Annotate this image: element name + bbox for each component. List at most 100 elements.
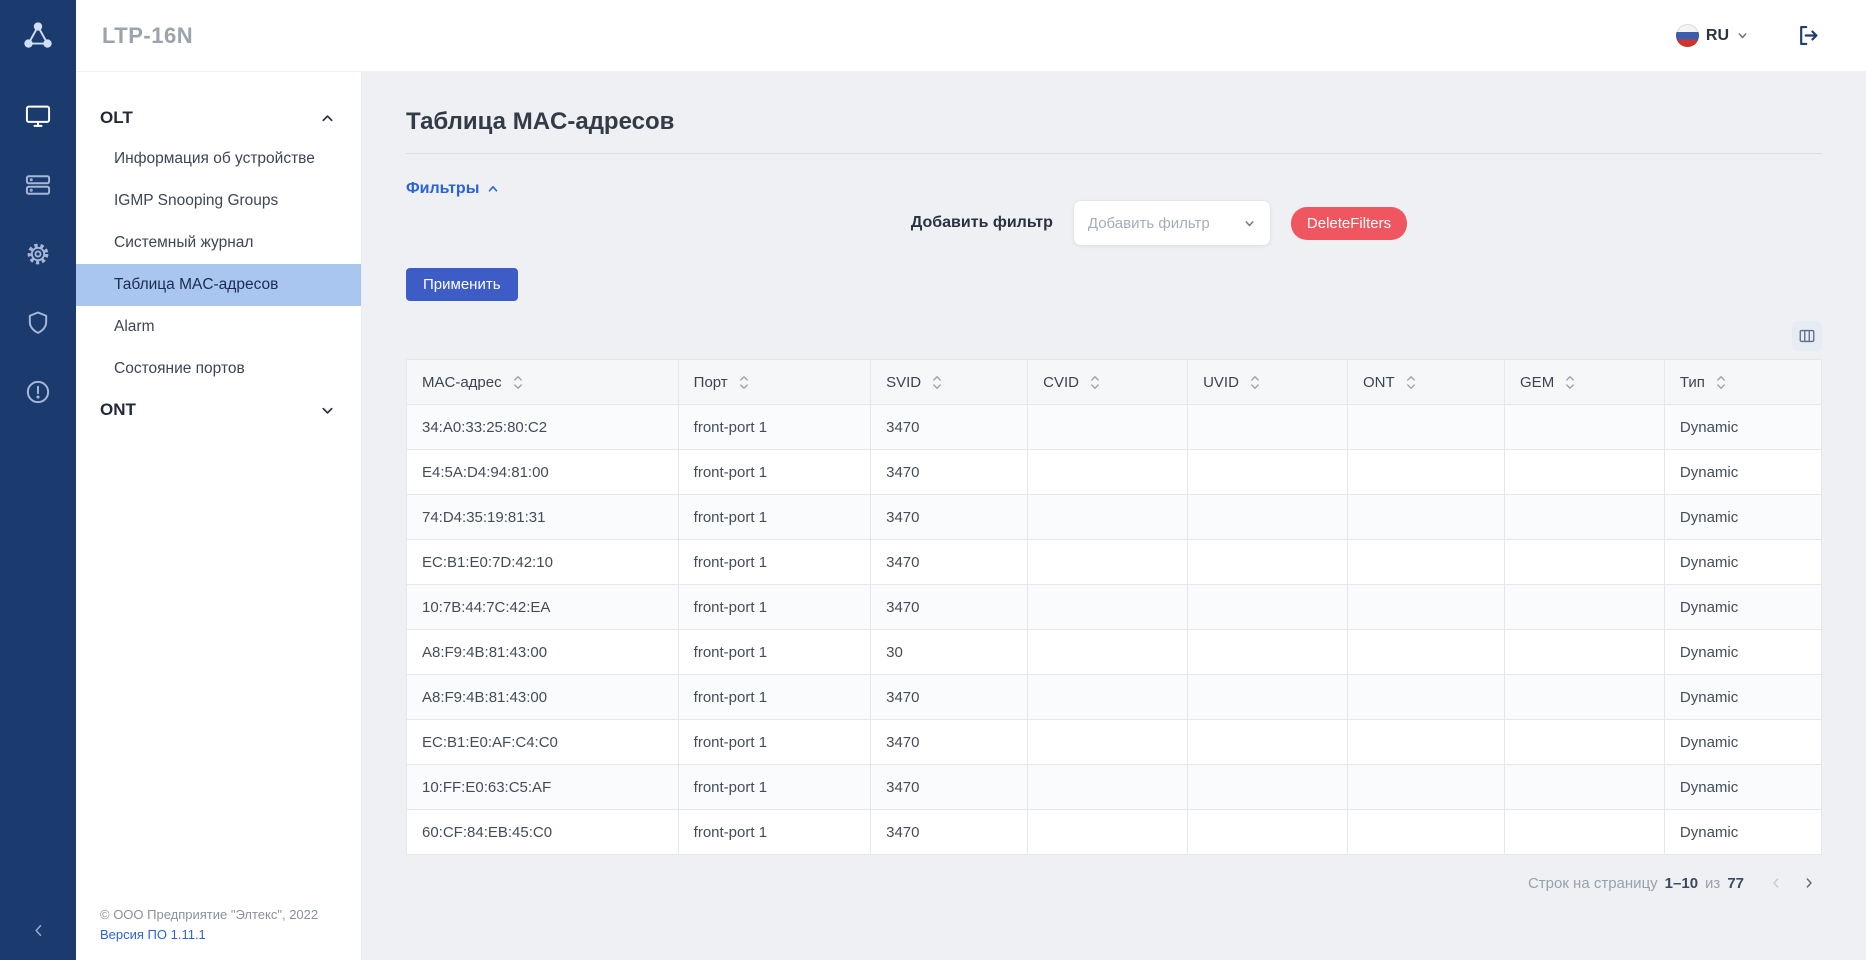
- table-cell: [1347, 495, 1504, 540]
- logout-button[interactable]: [1795, 22, 1822, 49]
- table-cell: 34:A0:33:25:80:C2: [407, 405, 679, 450]
- language-switcher[interactable]: RU: [1676, 24, 1749, 47]
- chevron-up-icon: [320, 111, 335, 126]
- table-cell: front-port 1: [678, 720, 870, 765]
- table-cell: [1028, 450, 1188, 495]
- table-cell: 3470: [871, 810, 1028, 855]
- chevron-down-icon: [1243, 217, 1256, 230]
- chevron-right-icon: [1801, 875, 1817, 891]
- delete-filters-button[interactable]: DeleteFilters: [1291, 207, 1407, 240]
- table-row[interactable]: EC:B1:E0:AF:C4:C0front-port 13470Dynamic: [407, 720, 1822, 765]
- shield-icon[interactable]: [24, 309, 52, 337]
- sort-icon: [1564, 375, 1576, 390]
- table-cell: [1188, 405, 1348, 450]
- table-cell: Dynamic: [1664, 585, 1821, 630]
- table-row[interactable]: EC:B1:E0:7D:42:10front-port 13470Dynamic: [407, 540, 1822, 585]
- eltex-logo[interactable]: [0, 0, 76, 72]
- table-cell: [1188, 585, 1348, 630]
- table-row[interactable]: 10:7B:44:7C:42:EAfront-port 13470Dynamic: [407, 585, 1822, 630]
- sidebar: OLTИнформация об устройствеIGMP Snooping…: [76, 72, 362, 960]
- prev-page-button[interactable]: [1763, 870, 1789, 896]
- column-header[interactable]: MAC-адрес: [407, 360, 679, 405]
- sidebar-item[interactable]: Таблица MAC-адресов: [76, 264, 361, 306]
- chevron-left-icon: [1768, 875, 1784, 891]
- table-cell: [1505, 585, 1665, 630]
- table-cell: [1505, 405, 1665, 450]
- table-cell: [1505, 675, 1665, 720]
- column-label: ONT: [1363, 374, 1395, 391]
- header-actions: RU: [1676, 22, 1822, 49]
- column-header[interactable]: UVID: [1188, 360, 1348, 405]
- sidebar-section-olt[interactable]: OLT: [76, 98, 361, 138]
- table-row[interactable]: E4:5A:D4:94:81:00front-port 13470Dynamic: [407, 450, 1822, 495]
- alert-icon[interactable]: [24, 378, 52, 406]
- column-label: GEM: [1520, 374, 1554, 391]
- column-header[interactable]: Тип: [1664, 360, 1821, 405]
- firmware-version-link[interactable]: Версия ПО 1.11.1: [100, 927, 351, 942]
- mac-address-table: MAC-адрес Порт SVIDCVIDUVID ONT GEM Тип 34:A0…: [406, 359, 1822, 855]
- app-title: LTP-16N: [102, 23, 193, 49]
- sidebar-section-ont[interactable]: ONT: [76, 390, 361, 430]
- table-cell: [1028, 630, 1188, 675]
- gear-icon[interactable]: [24, 240, 52, 268]
- table-row[interactable]: 34:A0:33:25:80:C2front-port 13470Dynamic: [407, 405, 1822, 450]
- table-cell: 60:CF:84:EB:45:C0: [407, 810, 679, 855]
- sidebar-nav: OLTИнформация об устройствеIGMP Snooping…: [76, 98, 361, 430]
- of-label: из: [1705, 875, 1720, 892]
- logo-icon: [19, 17, 57, 55]
- table-cell: [1028, 540, 1188, 585]
- table-row[interactable]: 74:D4:35:19:81:31front-port 13470Dynamic: [407, 495, 1822, 540]
- table-row[interactable]: A8:F9:4B:81:43:00front-port 13470Dynamic: [407, 675, 1822, 720]
- sidebar-item[interactable]: Информация об устройстве: [76, 138, 361, 180]
- russian-flag-icon: [1676, 24, 1699, 47]
- table-row[interactable]: A8:F9:4B:81:43:00front-port 130Dynamic: [407, 630, 1822, 675]
- column-header[interactable]: Порт: [678, 360, 870, 405]
- table-cell: 30: [871, 630, 1028, 675]
- column-settings-button[interactable]: [1792, 321, 1822, 351]
- page-range: 1–10: [1665, 875, 1698, 892]
- table-cell: Dynamic: [1664, 810, 1821, 855]
- server-icon[interactable]: [24, 171, 52, 199]
- table-cell: front-port 1: [678, 540, 870, 585]
- table-cell: [1347, 450, 1504, 495]
- table-cell: 74:D4:35:19:81:31: [407, 495, 679, 540]
- table-cell: A8:F9:4B:81:43:00: [407, 630, 679, 675]
- sidebar-collapse-button[interactable]: [0, 921, 76, 940]
- column-label: Тип: [1680, 374, 1705, 391]
- column-header[interactable]: CVID: [1028, 360, 1188, 405]
- apply-button[interactable]: Применить: [406, 268, 518, 301]
- table-body: 34:A0:33:25:80:C2front-port 13470Dynamic…: [407, 405, 1822, 855]
- monitor-icon[interactable]: [24, 102, 52, 130]
- column-header[interactable]: ONT: [1347, 360, 1504, 405]
- add-filter-select[interactable]: Добавить фильтр: [1073, 200, 1271, 246]
- table-row[interactable]: 10:FF:E0:63:C5:AFfront-port 13470Dynamic: [407, 765, 1822, 810]
- column-header[interactable]: SVID: [871, 360, 1028, 405]
- sidebar-item[interactable]: Alarm: [76, 306, 361, 348]
- table-cell: [1028, 720, 1188, 765]
- sort-icon: [1405, 375, 1417, 390]
- table-cell: 3470: [871, 405, 1028, 450]
- chevron-down-icon: [1736, 29, 1749, 42]
- sidebar-item[interactable]: Системный журнал: [76, 222, 361, 264]
- table-cell: Dynamic: [1664, 630, 1821, 675]
- column-header[interactable]: GEM: [1505, 360, 1665, 405]
- filters-toggle[interactable]: Фильтры: [406, 180, 500, 198]
- table-cell: Dynamic: [1664, 495, 1821, 540]
- table-cell: 3470: [871, 585, 1028, 630]
- table-cell: [1028, 495, 1188, 540]
- add-filter-label: Добавить фильтр: [911, 214, 1053, 232]
- section-label: ONT: [100, 400, 136, 420]
- table-cell: 3470: [871, 765, 1028, 810]
- sidebar-item[interactable]: Состояние портов: [76, 348, 361, 390]
- next-page-button[interactable]: [1796, 870, 1822, 896]
- table-row[interactable]: 60:CF:84:EB:45:C0front-port 13470Dynamic: [407, 810, 1822, 855]
- table-cell: [1505, 495, 1665, 540]
- table-cell: [1188, 810, 1348, 855]
- table-cell: [1505, 540, 1665, 585]
- sidebar-item[interactable]: IGMP Snooping Groups: [76, 180, 361, 222]
- table-cell: 3470: [871, 720, 1028, 765]
- table-cell: EC:B1:E0:7D:42:10: [407, 540, 679, 585]
- table-cell: [1188, 675, 1348, 720]
- column-label: Порт: [694, 374, 728, 391]
- table-cell: Dynamic: [1664, 405, 1821, 450]
